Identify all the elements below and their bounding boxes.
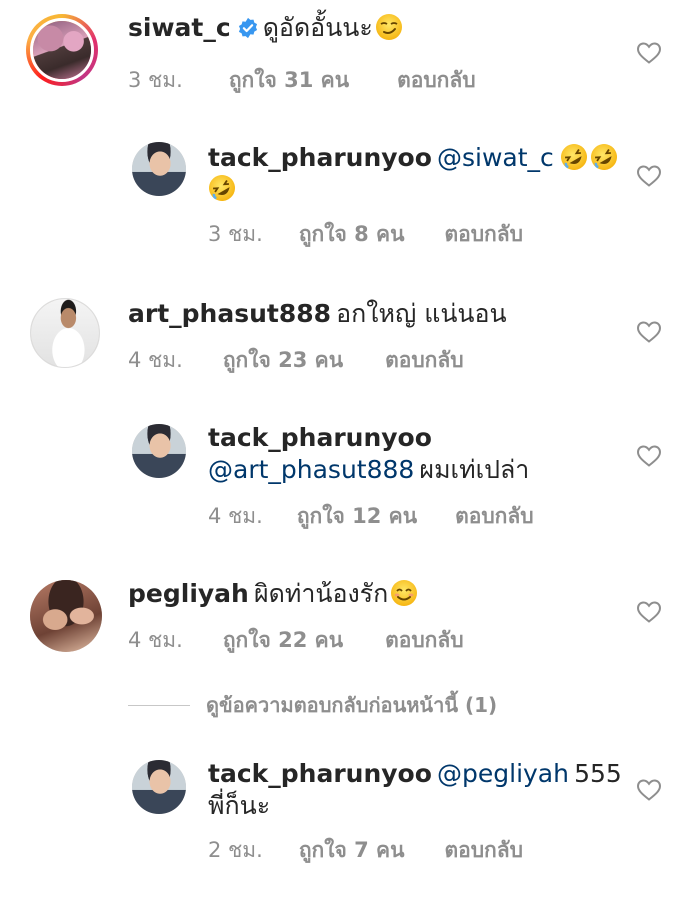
reply-button[interactable]: ตอบกลับ xyxy=(444,218,523,251)
likes-count[interactable]: ถูกใจ 22 คน xyxy=(223,624,343,657)
reply-button[interactable]: ตอบกลับ xyxy=(444,834,523,867)
username[interactable]: tack_pharunyoo xyxy=(208,759,432,788)
verified-badge-icon xyxy=(238,17,257,39)
heart-outline-icon[interactable] xyxy=(636,444,662,468)
reply-button[interactable]: ตอบกลับ xyxy=(455,500,534,533)
username[interactable]: art_phasut888 xyxy=(128,299,331,328)
timestamp: 4 ชม. xyxy=(128,348,183,372)
comment-meta: 3 ชม. ถูกใจ 31 คน ตอบกลับ xyxy=(128,64,476,97)
timestamp: 3 ชม. xyxy=(208,222,263,246)
timestamp: 2 ชม. xyxy=(208,838,263,862)
smirking-face-emoji xyxy=(375,14,402,40)
comment-pegliyah: pegliyah ผิดท่าน้องรัก 4 ชม. ถูกใจ 22 คน ต… xyxy=(0,572,700,672)
comment-meta: 4 ชม. ถูกใจ 22 คน ตอบกลับ xyxy=(128,624,464,657)
mention-link[interactable]: @siwat_c xyxy=(437,143,554,172)
rolling-on-floor-laughing-emoji xyxy=(560,144,587,170)
comment-meta: 4 ชม. ถูกใจ 12 คน ตอบกลับ xyxy=(208,500,534,533)
reply-button[interactable]: ตอบกลับ xyxy=(385,344,464,377)
rolling-on-floor-laughing-emoji xyxy=(590,144,617,170)
mention-link[interactable]: @pegliyah xyxy=(437,759,569,788)
timestamp: 4 ชม. xyxy=(128,628,183,652)
timestamp: 4 ชม. xyxy=(208,504,263,528)
reply-tack-pharunyoo: tack_pharunyoo @pegliyah 555 พี่ก็นะ 2 ช… xyxy=(0,748,700,878)
comment-text: 555 xyxy=(574,759,622,788)
username[interactable]: tack_pharunyoo xyxy=(208,423,432,452)
comment-siwat-c: siwat_c ดูอัดอั้นนะ 3 ชม. ถูกใจ 31 คน ตอบก… xyxy=(0,0,700,120)
comment-meta: 2 ชม. ถูกใจ 7 คน ตอบกลับ xyxy=(208,834,523,867)
comment-art-phasut888: art_phasut888 อกใหญ่ แน่นอน 4 ชม. ถูกใจ 2… xyxy=(0,290,700,390)
view-previous-replies-label: ดูข้อความตอบกลับก่อนหน้านี้ (1) xyxy=(206,693,498,717)
likes-count[interactable]: ถูกใจ 23 คน xyxy=(223,344,343,377)
username[interactable]: siwat_c xyxy=(128,13,231,42)
reply-tack-pharunyoo: tack_pharunyoo @art_phasut888 ผมเท่เปล่า… xyxy=(0,412,700,542)
username[interactable]: tack_pharunyoo xyxy=(208,143,432,172)
likes-count[interactable]: ถูกใจ 31 คน xyxy=(229,64,349,97)
likes-count[interactable]: ถูกใจ 7 คน xyxy=(299,834,405,867)
reply-tack-pharunyoo: tack_pharunyoo @siwat_c 3 ชม. ถูกใจ 8 คน… xyxy=(0,130,700,260)
comment-meta: 4 ชม. ถูกใจ 23 คน ตอบกลับ xyxy=(128,344,464,377)
divider xyxy=(128,704,190,706)
avatar[interactable] xyxy=(132,142,186,196)
mention-link[interactable]: @art_phasut888 xyxy=(208,455,414,484)
avatar[interactable] xyxy=(132,760,186,814)
comment-text: ผิดท่าน้องรัก xyxy=(253,579,389,608)
reply-button[interactable]: ตอบกลับ xyxy=(397,64,476,97)
heart-outline-icon[interactable] xyxy=(636,164,662,188)
view-previous-replies-button[interactable]: ดูข้อความตอบกลับก่อนหน้านี้ (1) xyxy=(128,690,497,720)
comment-text: อกใหญ่ แน่นอน xyxy=(336,299,507,328)
heart-outline-icon[interactable] xyxy=(636,600,662,624)
heart-outline-icon[interactable] xyxy=(636,778,662,802)
avatar[interactable] xyxy=(26,14,98,86)
heart-outline-icon[interactable] xyxy=(636,320,662,344)
comment-text-line2: พี่ก็นะ xyxy=(208,791,271,820)
heart-outline-icon[interactable] xyxy=(636,41,662,65)
avatar[interactable] xyxy=(132,424,186,478)
comment-text: ดูอัดอั้นนะ xyxy=(262,13,373,42)
username[interactable]: pegliyah xyxy=(128,579,249,608)
avatar[interactable] xyxy=(30,580,102,652)
likes-count[interactable]: ถูกใจ 8 คน xyxy=(299,218,405,251)
comment-meta: 3 ชม. ถูกใจ 8 คน ตอบกลับ xyxy=(208,218,523,251)
avatar[interactable] xyxy=(30,298,100,368)
timestamp: 3 ชม. xyxy=(128,68,183,92)
comment-text: ผมเท่เปล่า xyxy=(419,455,530,484)
smiling-face-emoji xyxy=(391,580,418,606)
reply-button[interactable]: ตอบกลับ xyxy=(385,624,464,657)
likes-count[interactable]: ถูกใจ 12 คน xyxy=(297,500,417,533)
rolling-on-floor-laughing-emoji xyxy=(209,175,235,201)
